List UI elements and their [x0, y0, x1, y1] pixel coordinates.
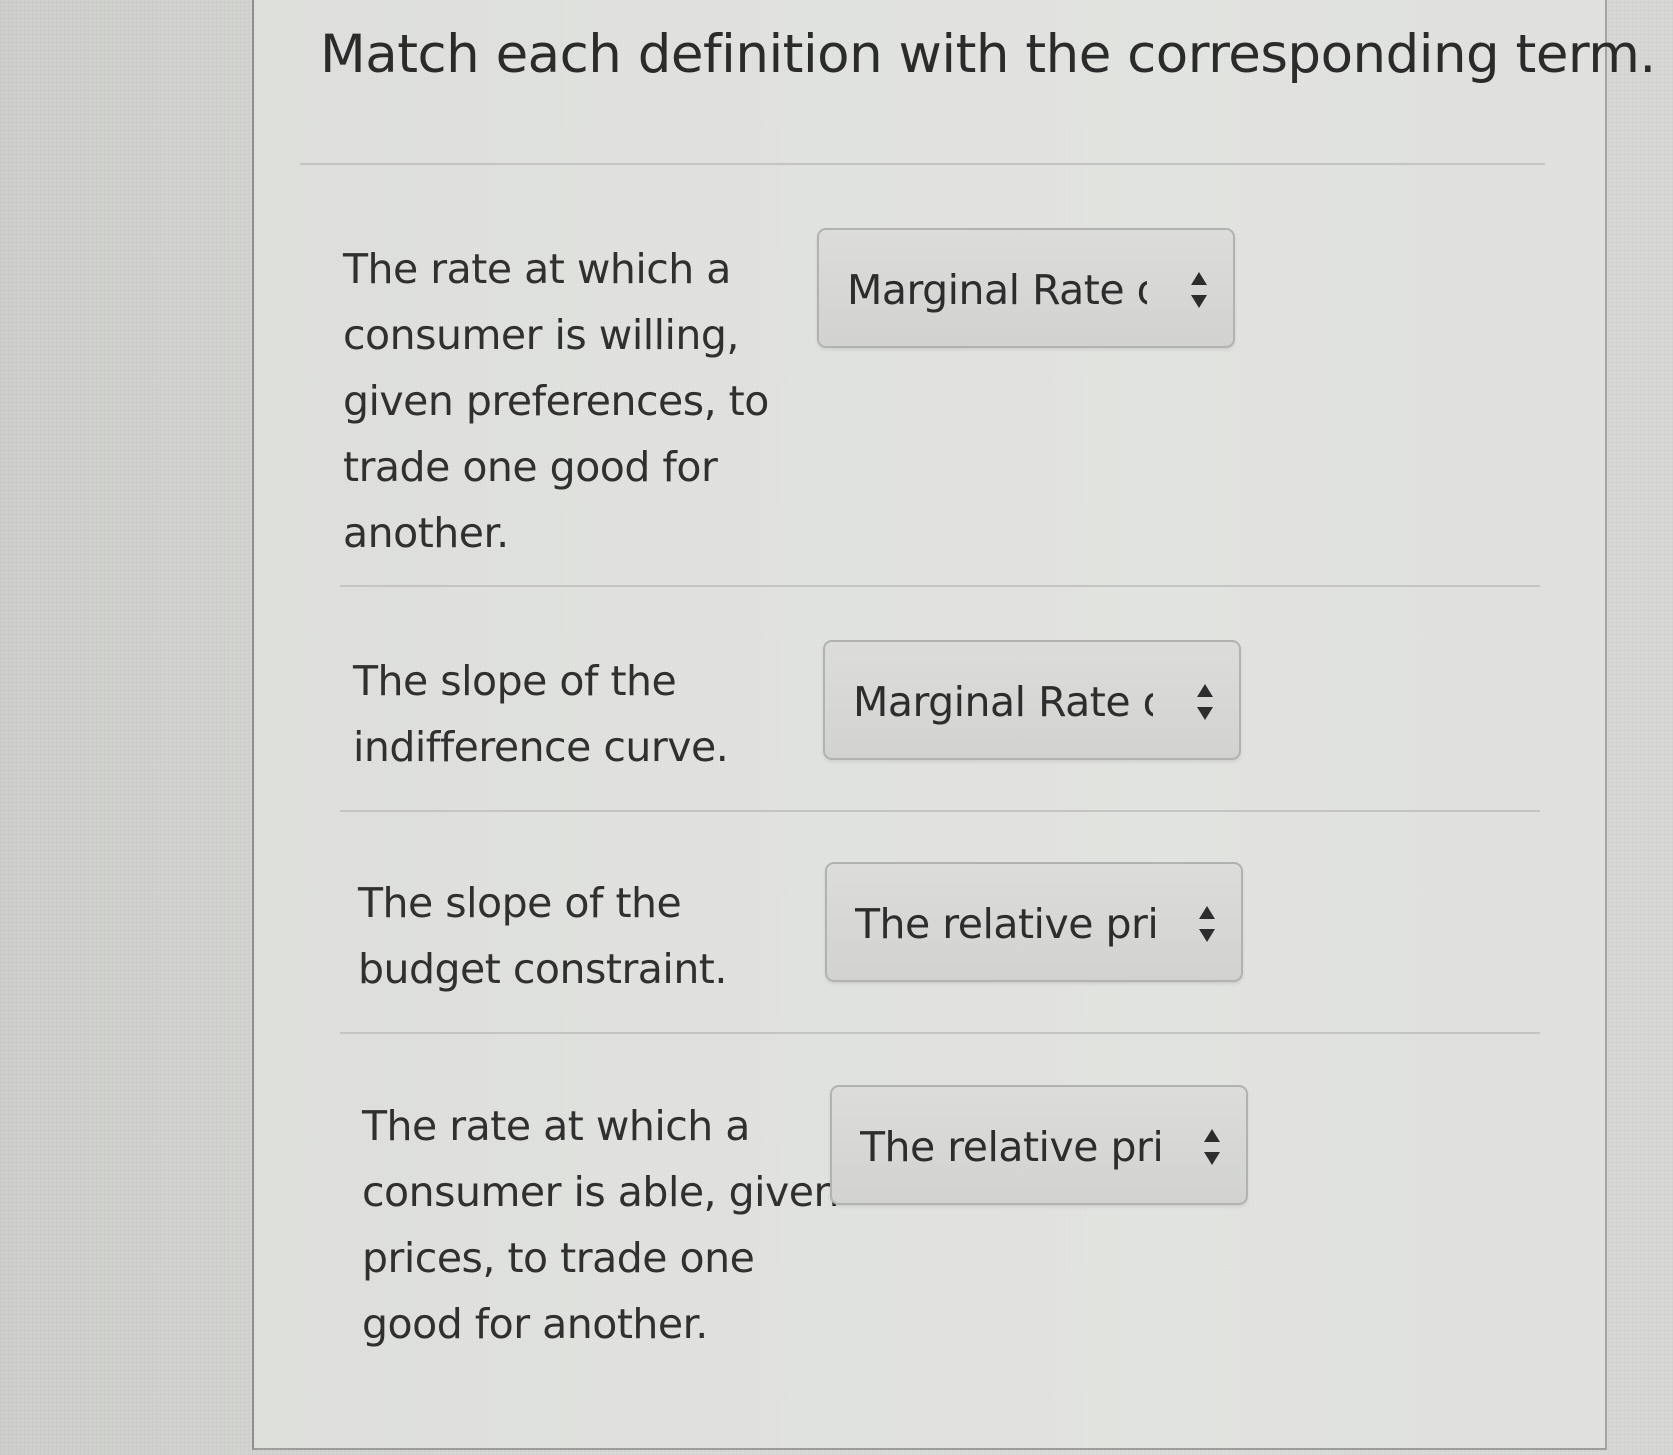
selected-term: Marginal Rate o: [847, 266, 1147, 314]
term-select[interactable]: The relative pric: [830, 1085, 1248, 1205]
definition-line: prices, to trade one: [362, 1234, 755, 1282]
definition-line: consumer is willing,: [343, 311, 739, 359]
definition-text: The rate at which a consumer is able, gi…: [362, 1093, 840, 1357]
definition-line: good for another.: [362, 1300, 708, 1348]
screen-background: Match each definition with the correspon…: [0, 0, 1673, 1455]
definition-line: consumer is able, given: [362, 1168, 840, 1216]
divider: [340, 1032, 1540, 1034]
definition-text: The slope of the indifference curve.: [353, 648, 729, 780]
term-select[interactable]: Marginal Rate o: [817, 228, 1235, 348]
question-title: Match each definition with the correspon…: [320, 24, 1656, 85]
up-down-chevron-icon: [1204, 1129, 1220, 1165]
up-down-chevron-icon: [1199, 906, 1215, 942]
divider: [300, 163, 1545, 165]
definition-line: trade one good for: [343, 443, 718, 491]
definition-line: The rate at which a: [343, 245, 731, 293]
selected-term: Marginal Rate o: [853, 678, 1153, 726]
definition-line: given preferences, to: [343, 377, 769, 425]
term-select[interactable]: The relative pric: [825, 862, 1243, 982]
divider: [340, 585, 1540, 587]
up-down-chevron-icon: [1197, 684, 1213, 720]
definition-line: The slope of the: [353, 657, 677, 705]
selected-term: The relative pric: [860, 1123, 1160, 1171]
definition-line: The slope of the: [358, 879, 682, 927]
definition-line: budget constraint.: [358, 945, 727, 993]
divider: [340, 810, 1540, 812]
definition-line: another.: [343, 509, 509, 557]
definition-text: The rate at which a consumer is willing,…: [343, 236, 769, 566]
definition-text: The slope of the budget constraint.: [358, 870, 727, 1002]
term-select[interactable]: Marginal Rate o: [823, 640, 1241, 760]
selected-term: The relative pric: [855, 900, 1155, 948]
up-down-chevron-icon: [1191, 272, 1207, 308]
definition-line: The rate at which a: [362, 1102, 750, 1150]
definition-line: indifference curve.: [353, 723, 729, 771]
